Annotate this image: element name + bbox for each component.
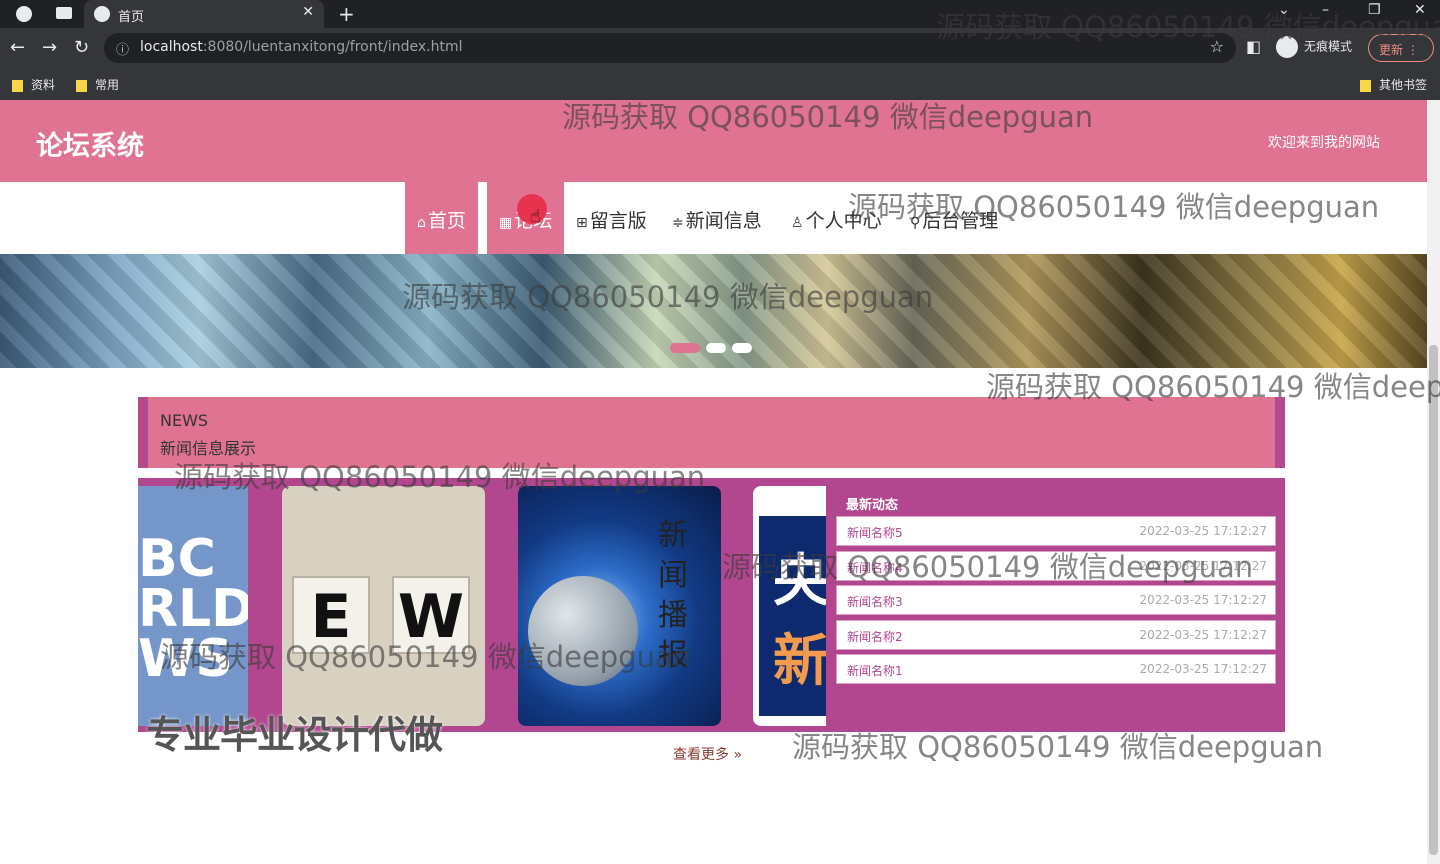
watermark: 源码获取 QQ86050149 微信deepguan: [722, 550, 1254, 584]
tab-search-icon[interactable]: [56, 7, 72, 19]
news-date: 2022-03-25 17:12:27: [1139, 662, 1267, 676]
image-char: 新: [773, 629, 826, 694]
watermark: 源码获取 QQ86050149 微信deepguan: [848, 190, 1380, 224]
news-row[interactable]: 新闻名称5 2022-03-25 17:12:27: [836, 516, 1276, 546]
forward-icon[interactable]: →: [42, 37, 57, 58]
site-logo[interactable]: 论坛系统: [36, 124, 144, 163]
watermark: 源码获取 QQ86050149 微信deepguan: [792, 730, 1324, 764]
view-more-link[interactable]: 查看更多 »: [673, 744, 742, 764]
carousel-dot[interactable]: [706, 343, 726, 353]
folder-icon: [12, 79, 23, 92]
carousel-dots: [670, 338, 758, 357]
news-image-bbc[interactable]: BC RLD WS: [138, 486, 248, 726]
nav-news[interactable]: ≑ 新闻信息: [672, 182, 762, 254]
carousel-dot[interactable]: [732, 343, 752, 353]
gift-icon: ⊞: [576, 215, 588, 231]
welcome-text: 欢迎来到我的网站: [1268, 135, 1380, 151]
carousel-dot[interactable]: [670, 343, 700, 353]
home-icon: ⌂: [417, 215, 426, 231]
page-scrollbar[interactable]: [1427, 100, 1440, 864]
news-row[interactable]: 新闻名称2 2022-03-25 17:12:27: [836, 619, 1276, 650]
scrollbar-thumb[interactable]: [1429, 345, 1438, 855]
news-image-globe[interactable]: 新闻播报: [518, 486, 721, 726]
watermark: 源码获取 QQ86050149 微信deepguan: [562, 100, 1094, 134]
news-name: 新闻名称5: [847, 526, 903, 540]
reload-icon[interactable]: ↻: [74, 37, 89, 58]
news-row[interactable]: 新闻名称1 2022-03-25 17:12:27: [836, 654, 1276, 684]
news-row[interactable]: 新闻名称3 2022-03-25 17:12:27: [836, 585, 1276, 615]
site-info-icon[interactable]: ⓘ: [116, 39, 129, 58]
nav-label: 新闻信息: [685, 210, 762, 232]
hand-cursor-icon: ☝: [530, 206, 541, 227]
nav-label: 首页: [427, 210, 466, 232]
bookmark-folder[interactable]: 资料: [12, 76, 55, 93]
url-path: :8080/luentanxitong/front/index.html: [202, 39, 463, 55]
watermark: 源码获取 QQ86050149 微信deepguan: [160, 640, 692, 674]
news-date: 2022-03-25 17:12:27: [1139, 593, 1267, 607]
watermark: 源码获取 QQ86050149 微信deepguan: [936, 10, 1440, 44]
nav-messages[interactable]: ⊞ 留言版: [576, 182, 647, 254]
latest-news: 最新动态 新闻名称5 2022-03-25 17:12:27 新闻名称4 2022-…: [836, 486, 1276, 689]
bookmark-label: 资料: [31, 78, 56, 92]
folder-icon: [1360, 79, 1371, 92]
news-name: 新闻名称1: [847, 664, 903, 678]
news-title-en: NEWS: [160, 411, 209, 430]
other-bookmarks-label: 其他书签: [1379, 78, 1428, 92]
favicon-icon: [94, 6, 110, 22]
other-bookmarks[interactable]: 其他书签: [1360, 76, 1427, 93]
news-image-cctv[interactable]: 央 新: [753, 486, 826, 726]
sliders-icon: ≑: [672, 215, 684, 231]
bookmark-folder[interactable]: 常用: [76, 76, 119, 93]
image-text: RLD: [138, 579, 248, 639]
tab-close-icon[interactable]: ✕: [302, 4, 314, 20]
back-icon[interactable]: ←: [10, 37, 25, 58]
news-date: 2022-03-25 17:12:27: [1139, 627, 1267, 642]
overlay-ad-text: 专业毕业设计代做: [146, 713, 443, 757]
nav-label: 留言版: [589, 210, 647, 232]
browser-tab[interactable]: 首页 ✕: [84, 0, 324, 28]
forum-icon: ▦: [499, 215, 513, 231]
latest-heading: 最新动态: [846, 498, 899, 513]
news-date: 2022-03-25 17:12:27: [1139, 524, 1267, 538]
user-icon: ♙: [791, 215, 804, 231]
watermark: 源码获取 QQ86050149 微信deepguan: [986, 370, 1440, 404]
folder-icon: [76, 79, 87, 92]
tab-title: 首页: [118, 10, 145, 25]
nav-home[interactable]: ⌂ 首页: [405, 182, 478, 254]
watermark: 源码获取 QQ86050149 微信deepguan: [174, 460, 706, 494]
news-panel: BC RLD WS E W 新闻播报 央 新 最新动态 新闻名称5 2022-03…: [138, 478, 1285, 732]
url-host: localhost: [140, 39, 203, 55]
bookmark-label: 常用: [95, 78, 120, 92]
url-text[interactable]: localhost:8080/luentanxitong/front/index…: [140, 39, 462, 55]
browser-menu-icon[interactable]: [16, 6, 32, 22]
new-tab-icon[interactable]: +: [338, 2, 355, 26]
watermark: 源码获取 QQ86050149 微信deepguan: [402, 280, 934, 314]
news-image-cubes[interactable]: E W: [282, 486, 485, 726]
news-name: 新闻名称3: [847, 595, 903, 609]
image-text: BC: [138, 529, 216, 589]
news-name: 新闻名称2: [847, 629, 903, 644]
